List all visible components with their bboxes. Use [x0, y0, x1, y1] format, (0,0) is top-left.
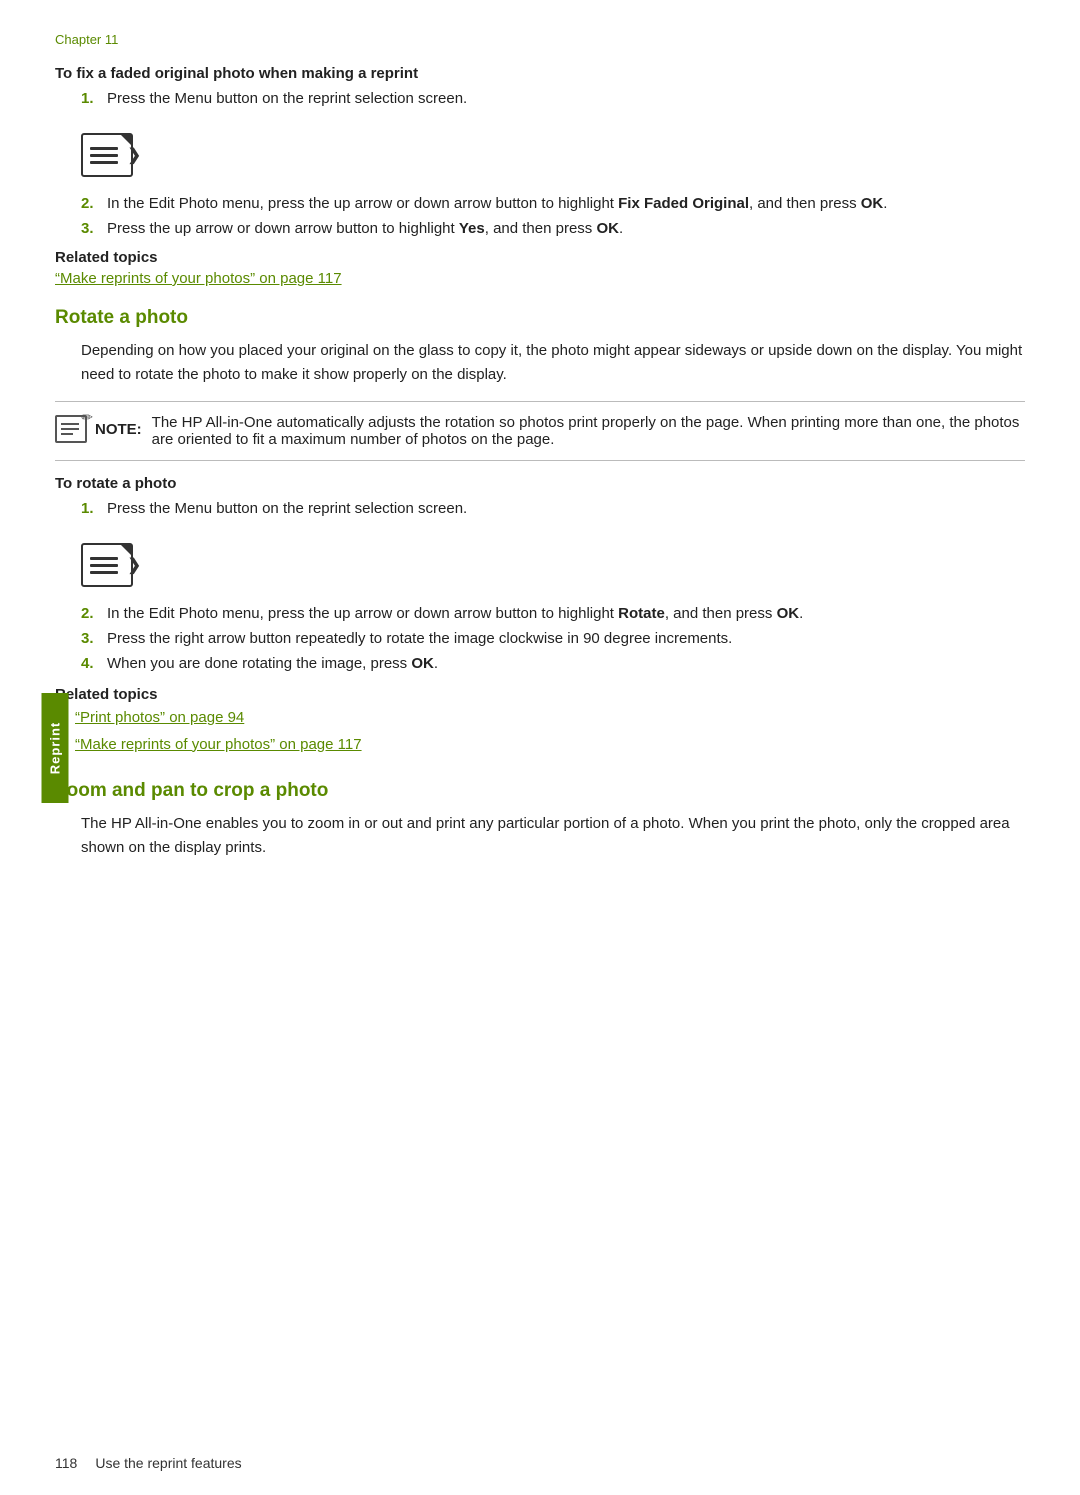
rotate-step-2-num: 2. — [81, 605, 107, 622]
zoom-heading: Zoom and pan to crop a photo — [55, 780, 1025, 802]
fix-related-topics: Related topics “Make reprints of your ph… — [55, 249, 1025, 287]
menu-line-3 — [90, 161, 118, 164]
rotate-step-3: 3. Press the right arrow button repeated… — [81, 630, 1025, 647]
rotate-step-3-text: Press the right arrow button repeatedly … — [107, 630, 732, 647]
note-label: NOTE: — [95, 421, 142, 438]
rotate-heading: Rotate a photo — [55, 307, 1025, 329]
fix-step-1: 1. Press the Menu button on the reprint … — [81, 90, 1025, 107]
rotate-step-1-wrap: 1. Press the Menu button on the reprint … — [81, 500, 1025, 517]
fix-heading: To fix a faded original photo when makin… — [55, 65, 1025, 82]
menu-icon-arrow: ❯ — [128, 145, 141, 165]
rotate-instruction: To rotate a photo 1. Press the Menu butt… — [55, 475, 1025, 756]
rotate-step-4-text: When you are done rotating the image, pr… — [107, 655, 438, 672]
rotate-step-1-text: Press the Menu button on the reprint sel… — [107, 500, 467, 517]
rotate-related-link-2[interactable]: “Make reprints of your photos” on page 1… — [75, 734, 362, 757]
menu-icon-2-arrow: ❯ — [128, 555, 141, 575]
chapter-label: Chapter 11 — [55, 32, 1025, 47]
menu-line-4 — [90, 557, 118, 560]
zoom-intro: The HP All-in-One enables you to zoom in… — [81, 812, 1025, 860]
fix-heading-text: To fix a faded original photo when makin… — [55, 65, 418, 82]
note-doc-line3 — [61, 433, 73, 435]
rotate-instruction-heading: To rotate a photo — [55, 475, 1025, 492]
fix-step-2: 2. In the Edit Photo menu, press the up … — [81, 195, 1025, 212]
zoom-section: Zoom and pan to crop a photo The HP All-… — [55, 780, 1025, 860]
rotate-related-link-2-item: • “Make reprints of your photos” on page… — [55, 734, 1025, 757]
rotate-related-links: • “Print photos” on page 94 • “Make repr… — [55, 707, 1025, 756]
fix-step-3-text: Press the up arrow or down arrow button … — [107, 220, 623, 237]
rotate-step-4-num: 4. — [81, 655, 107, 672]
side-tab-label: Reprint — [48, 721, 63, 774]
rotate-steps-234: 2. In the Edit Photo menu, press the up … — [81, 605, 1025, 672]
rotate-related-heading: Related topics — [55, 686, 1025, 703]
rotate-related-link-1[interactable]: “Print photos” on page 94 — [75, 707, 244, 730]
fix-faded-section: To fix a faded original photo when makin… — [55, 65, 1025, 287]
footer-label: Use the reprint features — [95, 1455, 241, 1471]
fix-steps-23: 2. In the Edit Photo menu, press the up … — [81, 195, 1025, 237]
fix-related-link-1-text: “Make reprints of your photos” on page 1… — [55, 270, 342, 287]
menu-icon-graphic-1: ❯ — [81, 133, 133, 177]
menu-icon-2: ❯ — [81, 543, 133, 587]
fix-step-2-num: 2. — [81, 195, 107, 212]
rotate-step-2-text: In the Edit Photo menu, press the up arr… — [107, 605, 803, 622]
menu-icon-graphic-2: ❯ — [81, 543, 133, 587]
menu-line-6 — [90, 571, 118, 574]
note-icon-wrapper: ✏ NOTE: — [55, 415, 142, 443]
menu-icon-1: ❯ — [81, 133, 133, 177]
rotate-step-3-num: 3. — [81, 630, 107, 647]
rotate-related-link-1-item: • “Print photos” on page 94 — [55, 707, 1025, 730]
note-content: The HP All-in-One automatically adjusts … — [152, 414, 1025, 448]
rotate-body: Depending on how you placed your origina… — [81, 339, 1025, 387]
rotate-related-topics: Related topics • “Print photos” on page … — [55, 686, 1025, 756]
fix-step-2-text: In the Edit Photo menu, press the up arr… — [107, 195, 887, 212]
note-box: ✏ NOTE: The HP All-in-One automatically … — [55, 401, 1025, 461]
note-doc-icon: ✏ — [55, 415, 87, 443]
side-tab: Reprint — [42, 693, 69, 803]
fix-steps: 1. Press the Menu button on the reprint … — [81, 90, 1025, 107]
rotate-step-2: 2. In the Edit Photo menu, press the up … — [81, 605, 1025, 622]
chapter-text: Chapter 11 — [55, 32, 118, 47]
note-doc-line1 — [61, 423, 79, 425]
rotate-step-4: 4. When you are done rotating the image,… — [81, 655, 1025, 672]
fix-related-link-1[interactable]: “Make reprints of your photos” on page 1… — [55, 270, 342, 287]
fix-step-1-text: Press the Menu button on the reprint sel… — [107, 90, 467, 107]
note-pencil-icon: ✏ — [81, 409, 93, 426]
fix-related-heading: Related topics — [55, 249, 1025, 266]
page-footer: 118 Use the reprint features — [55, 1455, 1025, 1471]
menu-line-2 — [90, 154, 118, 157]
rotate-related-link-1-text: “Print photos” on page 94 — [75, 709, 244, 726]
rotate-step-1: 1. Press the Menu button on the reprint … — [81, 500, 1025, 517]
note-doc-line2 — [61, 428, 79, 430]
rotate-related-link-2-text: “Make reprints of your photos” on page 1… — [75, 736, 362, 753]
menu-line-1 — [90, 147, 118, 150]
step-num-1: 1. — [81, 90, 107, 107]
menu-line-5 — [90, 564, 118, 567]
rotate-intro: Depending on how you placed your origina… — [81, 339, 1025, 387]
page-number: 118 — [55, 1455, 77, 1471]
note-icon: ✏ NOTE: — [55, 414, 142, 443]
rotate-step-1-num: 1. — [81, 500, 107, 517]
fix-step-3-num: 3. — [81, 220, 107, 237]
zoom-body: The HP All-in-One enables you to zoom in… — [81, 812, 1025, 860]
rotate-section: Rotate a photo Depending on how you plac… — [55, 307, 1025, 756]
note-text: The HP All-in-One automatically adjusts … — [152, 414, 1020, 448]
fix-step-3: 3. Press the up arrow or down arrow butt… — [81, 220, 1025, 237]
